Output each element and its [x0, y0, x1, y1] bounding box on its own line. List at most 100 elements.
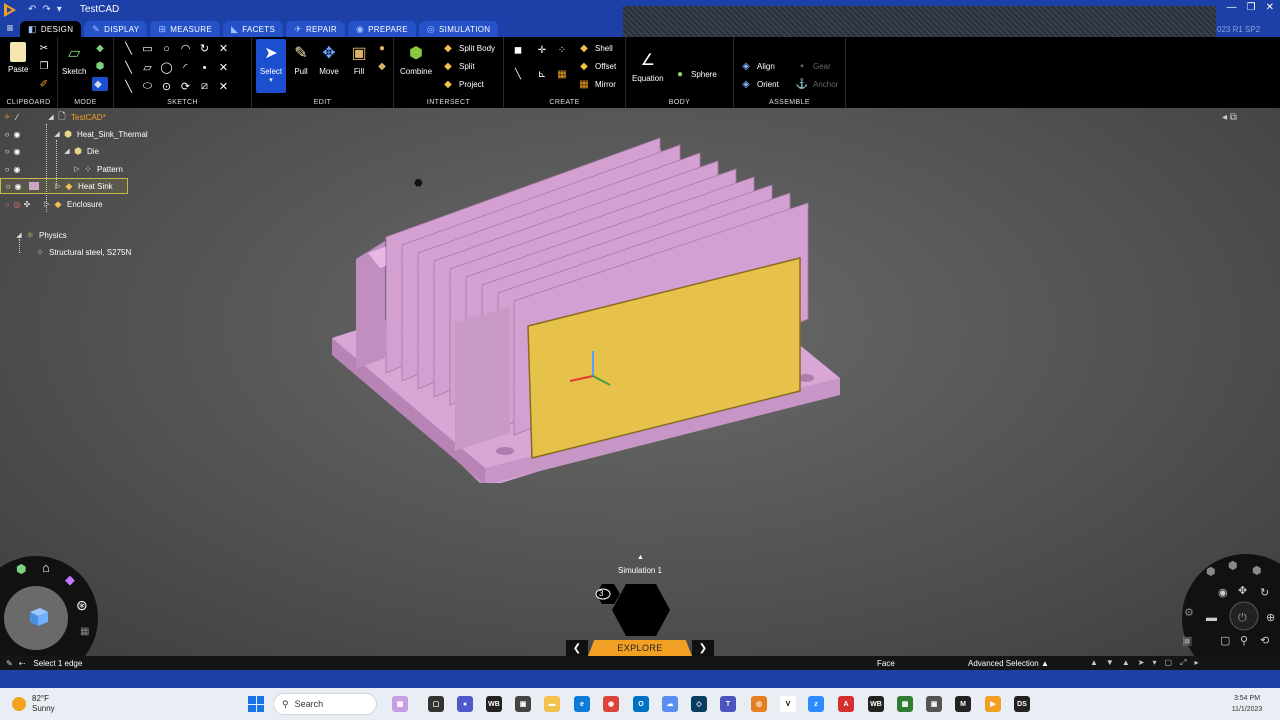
linear-pattern-icon[interactable]: ▦	[556, 67, 568, 81]
combine-button[interactable]: ⬢ Combine	[400, 42, 432, 76]
expand-up-icon[interactable]: ▲	[637, 554, 644, 561]
eye-icon[interactable]: ◉	[12, 165, 22, 174]
split-line-icon[interactable]: ✕	[214, 58, 233, 77]
mirror-button[interactable]: ▦ Mirror	[578, 77, 616, 91]
status-pen-icon[interactable]: ✎	[6, 659, 13, 668]
3d-mode-icon[interactable]: ⬢	[94, 59, 106, 73]
quick-access-dropdown-icon[interactable]: ▾	[57, 4, 62, 15]
pan-icon[interactable]: ✥	[1238, 585, 1247, 597]
navigation-wheel[interactable]: ⏻ ⬢ ⬢ ⬢ ◉ ✥ ↻ ⚙ ▬ ⊕ ▣ ▢ ⚲ ⟲	[1176, 554, 1280, 656]
maximize-icon[interactable]: ⤢	[1180, 658, 1186, 668]
visibility-circle-icon[interactable]: ○	[3, 182, 13, 191]
select-dropdown-icon[interactable]: ▾	[269, 76, 273, 84]
visibility-circle-icon[interactable]: ○	[2, 165, 12, 174]
v-app-icon[interactable]: V	[780, 696, 796, 712]
tree-root[interactable]: ⟡ ⁄ ◢ 🗋 TestCAD*	[2, 109, 105, 125]
tree-options-icon[interactable]: ◂ ⧉	[1222, 112, 1237, 123]
visibility-circle-icon[interactable]: ○	[2, 200, 12, 209]
spaceclaim-icon[interactable]: ▶	[985, 696, 1001, 712]
select-button[interactable]: ➤ Select ▾	[256, 39, 286, 93]
cube-icon[interactable]: ⬢	[1252, 565, 1262, 577]
split-button[interactable]: ◆ Split	[442, 59, 474, 73]
expand-icon[interactable]: ▷	[42, 200, 52, 208]
triangle-down-icon[interactable]: ▼	[1106, 658, 1114, 668]
rectangle-tool-icon[interactable]: ▭	[138, 39, 157, 58]
split-body-button[interactable]: ◆ Split Body	[442, 41, 495, 55]
visibility-icon[interactable]: ⟡	[2, 112, 12, 122]
section-mode-icon[interactable]: ◆	[94, 41, 106, 55]
close-icon[interactable]: ✕	[1266, 2, 1274, 13]
acrobat-icon[interactable]: A	[838, 696, 854, 712]
replace-icon[interactable]: ◆	[376, 59, 388, 73]
hidden-eye-icon[interactable]: ◎	[12, 200, 22, 209]
start-button-icon[interactable]	[248, 696, 264, 712]
tab-prepare[interactable]: ◉ Prepare	[347, 21, 416, 37]
tree-item-pattern[interactable]: ○ ◉ ▷ ⁘ Pattern	[2, 161, 123, 177]
offset-curve-icon[interactable]: ⧄	[195, 77, 214, 96]
simulation-hexagons[interactable]	[590, 580, 690, 640]
task-view-icon[interactable]: ▢	[428, 696, 444, 712]
power-icon[interactable]: ⏻	[1238, 612, 1247, 624]
vscode-icon[interactable]: ◇	[691, 696, 707, 712]
polygon-tool-icon[interactable]: ⊙	[157, 77, 176, 96]
system-clock[interactable]: 3:54 PM 11/1/2023	[1222, 693, 1272, 715]
expand-icon[interactable]: ▷	[53, 182, 63, 190]
move-button[interactable]: ✥ Move	[318, 42, 340, 76]
sphere-button[interactable]: ● Sphere	[674, 67, 717, 81]
screen-icon[interactable]: ▣	[1182, 635, 1192, 647]
align-button[interactable]: ◈ Align	[740, 59, 775, 73]
collapse-icon[interactable]: ◢	[14, 231, 24, 239]
gear-wheel-icon[interactable]: ⚙	[1184, 607, 1194, 619]
triangle-up-icon[interactable]: ▲	[1122, 658, 1130, 668]
zoom-icon[interactable]: ⚲	[1240, 635, 1248, 647]
orient-button[interactable]: ◈ Orient	[740, 77, 779, 91]
redo-icon[interactable]: ↷	[42, 4, 50, 15]
minus-icon[interactable]: ▬	[1206, 612, 1217, 624]
tab-repair[interactable]: ✈ Repair	[286, 21, 345, 37]
tab-design[interactable]: ◧ Design	[20, 21, 82, 37]
tree-item-heat-sink[interactable]: ○ ◉ ▷ ◆ Heat Sink	[0, 178, 128, 194]
expand-icon[interactable]: ▷	[72, 165, 82, 173]
axis-icon[interactable]: ✛	[536, 43, 548, 57]
eye-icon[interactable]: ◉	[13, 182, 23, 191]
tab-facets[interactable]: ◣ Facets	[222, 21, 284, 37]
app-icon[interactable]: ◎	[751, 696, 767, 712]
trim-tool-icon[interactable]: ✕	[214, 39, 233, 58]
plane-icon[interactable]: ◼	[512, 43, 524, 57]
view-compass-icon[interactable]: ⊛	[76, 597, 88, 613]
ellipse-tool-icon[interactable]: ⬭	[138, 77, 157, 96]
paste-button[interactable]: Paste	[8, 42, 28, 74]
cube-icon[interactable]: ⬢	[1206, 566, 1216, 578]
workbench-icon[interactable]: WB	[486, 696, 502, 712]
outlook-icon[interactable]: O	[633, 696, 649, 712]
offset-button[interactable]: ◆ Offset	[578, 59, 616, 73]
visibility-circle-icon[interactable]: ○	[2, 147, 12, 156]
tangent-arc-icon[interactable]: ◜	[176, 58, 195, 77]
line-tool-icon[interactable]: ╲	[119, 39, 138, 58]
sweep-arc-tool-icon[interactable]: ↻	[195, 39, 214, 58]
app-icon[interactable]: ▣	[926, 696, 942, 712]
circle-tool-icon[interactable]: ○	[157, 39, 176, 58]
project-button[interactable]: ◆ Project	[442, 77, 484, 91]
arrow-right-icon[interactable]: ▸	[1194, 658, 1198, 668]
shell-button[interactable]: ◆ Shell	[578, 41, 613, 55]
perspective-cube-icon[interactable]: ◆	[65, 572, 75, 587]
window-icon[interactable]: ▢	[1164, 658, 1172, 668]
eye-icon[interactable]: ◉	[12, 147, 22, 156]
minimize-icon[interactable]: —	[1227, 2, 1237, 13]
share-icon[interactable]: ✣	[22, 200, 32, 209]
taskbar-search[interactable]: ⚲ Search	[273, 693, 377, 715]
edge-icon[interactable]: e	[574, 696, 590, 712]
triangle-up-icon[interactable]: ▲	[1090, 658, 1098, 668]
weather-app-icon[interactable]: ☁	[662, 696, 678, 712]
box-icon[interactable]: ⬢	[16, 562, 26, 576]
filter-icon[interactable]: ▾	[1152, 658, 1156, 668]
tab-simulation[interactable]: ◎ Simulation	[418, 21, 499, 37]
spin-icon[interactable]: ⟲	[1260, 635, 1269, 647]
chrome-icon[interactable]: ◉	[603, 696, 619, 712]
workbench-icon[interactable]: WB	[868, 696, 884, 712]
maximize-icon[interactable]: ❐	[1247, 2, 1256, 13]
spline-tool-icon[interactable]: ⟳	[176, 77, 195, 96]
solid-mode-icon[interactable]: ◆	[92, 77, 108, 91]
lightweight-icon[interactable]: ⁄	[12, 113, 22, 122]
